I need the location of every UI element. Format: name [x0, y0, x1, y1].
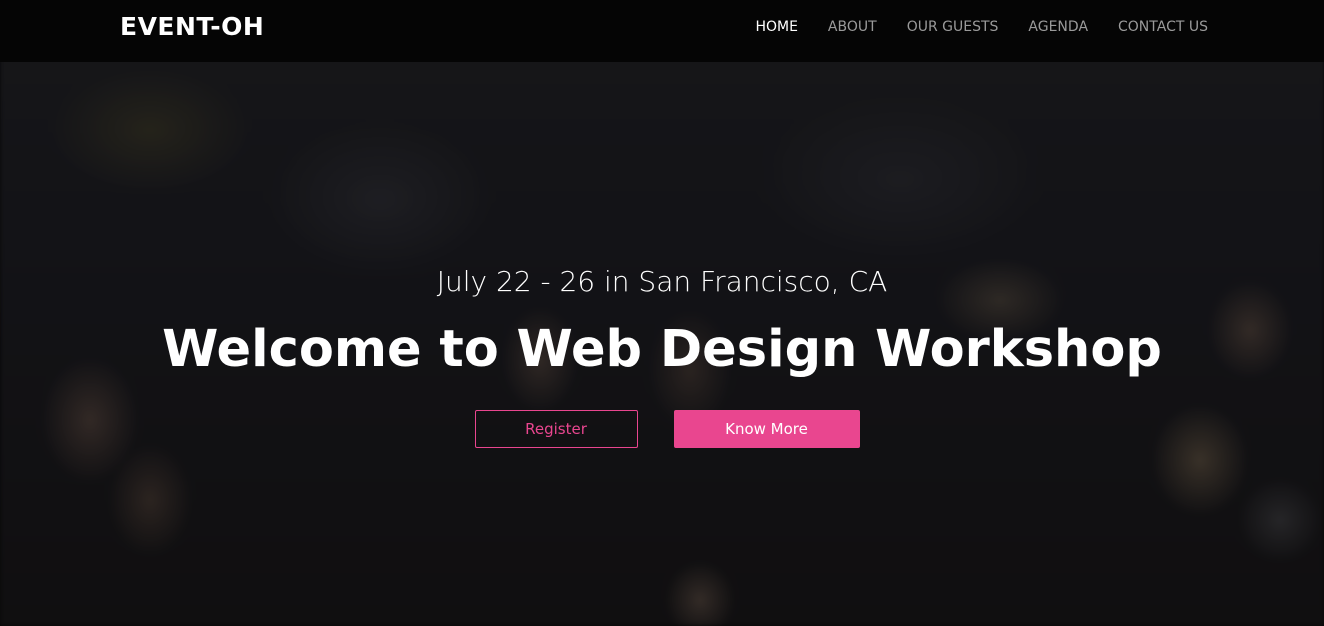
know-more-button[interactable]: Know More	[673, 410, 860, 448]
nav-link-contact-us[interactable]: CONTACT US	[1118, 19, 1208, 35]
nav-link-home[interactable]: HOME	[755, 19, 797, 35]
hero-section: July 22 - 26 in San Francisco, CA Welcom…	[0, 262, 1324, 448]
hero-title: Welcome to Web Design Workshop	[162, 320, 1162, 379]
nav-link-our-guests[interactable]: OUR GUESTS	[907, 19, 999, 35]
top-navbar: EVENT-OH HOME ABOUT OUR GUESTS AGENDA CO…	[0, 0, 1324, 62]
nav-links: HOME ABOUT OUR GUESTS AGENDA CONTACT US	[755, 19, 1208, 35]
brand-logo[interactable]: EVENT-OH	[120, 12, 264, 41]
nav-link-about[interactable]: ABOUT	[828, 19, 877, 35]
event-date-location: July 22 - 26 in San Francisco, CA	[436, 265, 888, 298]
register-button[interactable]: Register	[474, 410, 638, 448]
hero-actions: Register Know More	[0, 410, 1324, 448]
nav-link-agenda[interactable]: AGENDA	[1028, 19, 1088, 35]
page: EVENT-OH HOME ABOUT OUR GUESTS AGENDA CO…	[0, 0, 1324, 626]
